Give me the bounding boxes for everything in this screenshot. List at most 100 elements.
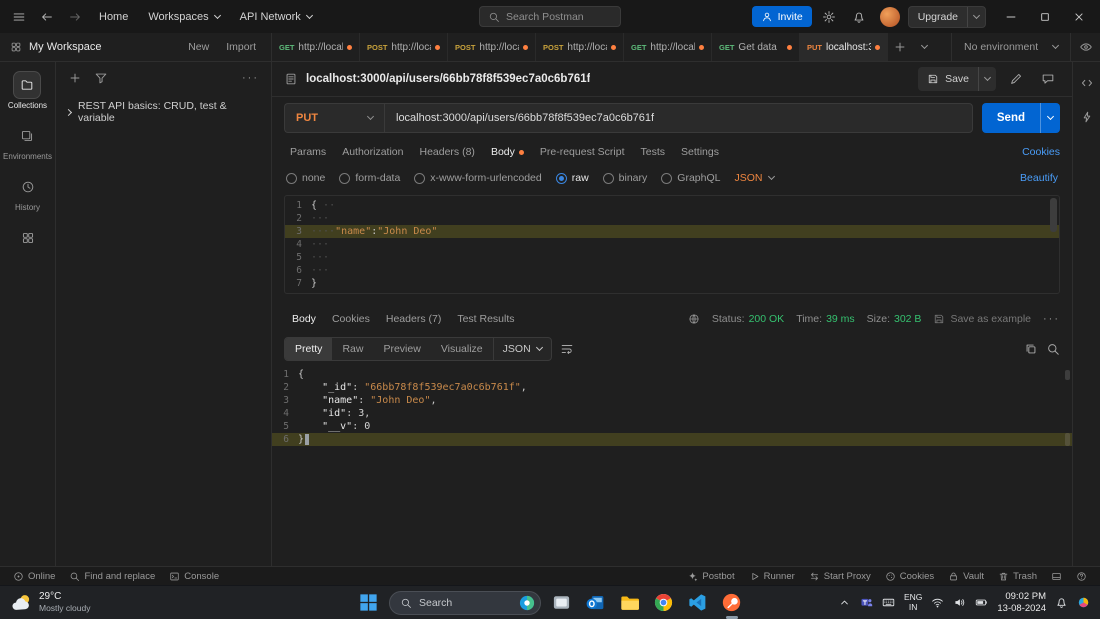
start-button[interactable]	[355, 589, 382, 616]
tab-options-button[interactable]	[912, 33, 936, 61]
response-more-icon[interactable]: ···	[1043, 313, 1060, 325]
statusbar-find-and-replace[interactable]: Find and replace	[62, 571, 162, 582]
minimize-button[interactable]	[996, 0, 1026, 33]
code-snippet-icon[interactable]	[1080, 76, 1094, 90]
sidebar-more-icon[interactable]: ···	[242, 72, 259, 84]
close-button[interactable]	[1064, 0, 1094, 33]
rail-item-history[interactable]: History	[15, 174, 41, 212]
explorer-icon[interactable]	[616, 589, 643, 616]
save-as-example-button[interactable]: Save as example	[933, 313, 1031, 325]
environment-selector[interactable]: No environment	[952, 33, 1070, 61]
user-avatar[interactable]	[879, 6, 900, 27]
edit-pencil-icon[interactable]	[1004, 67, 1028, 91]
statusbar-cookies[interactable]: Cookies	[878, 571, 941, 582]
search-postman-input[interactable]: Search Postman	[479, 6, 621, 27]
tray-app-icon[interactable]	[1077, 596, 1090, 609]
postman-icon[interactable]	[718, 589, 745, 616]
forward-icon[interactable]	[62, 4, 88, 30]
tray-expand-icon[interactable]	[838, 596, 851, 609]
view-tab-visualize[interactable]: Visualize	[431, 338, 493, 360]
nav-home[interactable]: Home	[90, 7, 137, 27]
request-section-tab[interactable]: Tests	[633, 142, 674, 162]
view-tab-preview[interactable]: Preview	[373, 338, 430, 360]
statusbar-online[interactable]: Online	[6, 571, 62, 582]
open-new-tab-button[interactable]	[888, 33, 912, 61]
upgrade-caret-icon[interactable]	[967, 6, 985, 27]
statusbar-vault[interactable]: Vault	[941, 571, 991, 582]
taskbar-search[interactable]: Search	[389, 590, 541, 615]
request-tab[interactable]: PUT localhost:300	[800, 33, 888, 61]
menu-icon[interactable]	[6, 4, 32, 30]
send-options-button[interactable]	[1040, 103, 1060, 133]
search-response-icon[interactable]	[1046, 342, 1060, 356]
response-section-tab[interactable]: Body	[284, 309, 324, 329]
request-section-tab[interactable]: Settings	[673, 142, 727, 162]
body-type-form-data[interactable]: form-data	[339, 172, 400, 184]
statusbar-trash[interactable]: Trash	[991, 571, 1044, 582]
back-icon[interactable]	[34, 4, 60, 30]
weather-widget[interactable]: 29°C Mostly cloudy	[0, 591, 101, 613]
body-type-x-www-form-urlencoded[interactable]: x-www-form-urlencoded	[414, 172, 542, 184]
wifi-icon[interactable]	[931, 596, 944, 609]
statusbar-panel[interactable]	[1044, 571, 1069, 582]
url-input[interactable]: localhost:3000/api/users/66bb78f8f539ec7…	[384, 103, 973, 133]
request-tab[interactable]: GET Get data	[712, 33, 800, 61]
teams-icon[interactable]	[860, 596, 873, 609]
nav-api-network[interactable]: API Network	[231, 7, 321, 27]
workspace-title[interactable]: My Workspace	[29, 41, 102, 53]
request-tab[interactable]: POSThttp://localh	[448, 33, 536, 61]
chrome-icon[interactable]	[650, 589, 677, 616]
outlook-icon[interactable]	[582, 589, 609, 616]
rail-item-flows[interactable]	[15, 225, 41, 251]
request-section-tab[interactable]: Params	[282, 142, 334, 162]
request-section-tab[interactable]: Pre-request Script	[532, 142, 633, 162]
system-clock[interactable]: 09:02 PM 13-08-2024	[997, 591, 1046, 615]
statusbar-console[interactable]: Console	[162, 571, 226, 582]
save-options-button[interactable]	[978, 67, 996, 91]
collection-tree-item[interactable]: REST API basics: CRUD, test & variable	[56, 94, 271, 130]
wrap-text-icon[interactable]	[560, 342, 574, 356]
body-type-raw[interactable]: raw	[555, 172, 589, 184]
response-scrollbar[interactable]	[1065, 370, 1070, 380]
request-tab[interactable]: GEThttp://localho	[272, 33, 360, 61]
statusbar-start-proxy[interactable]: Start Proxy	[802, 571, 878, 582]
save-button[interactable]: Save	[918, 67, 996, 91]
editor-scrollbar[interactable]	[1050, 198, 1057, 232]
view-tab-raw[interactable]: Raw	[332, 338, 373, 360]
statusbar-help[interactable]	[1069, 571, 1094, 582]
nav-workspaces[interactable]: Workspaces	[139, 7, 228, 27]
response-section-tab[interactable]: Headers (7)	[378, 309, 449, 329]
request-tab[interactable]: GEThttp://localho	[624, 33, 712, 61]
language-indicator[interactable]: ENG IN	[904, 592, 922, 613]
request-section-tab[interactable]: Body	[483, 142, 532, 162]
response-body-editor[interactable]: 1{2 "_id": "66bb78f8f539ec7a0c6b761f", 3 …	[272, 364, 1072, 566]
copy-response-icon[interactable]	[1024, 342, 1038, 356]
rail-item-environments[interactable]: Environments	[3, 123, 52, 161]
response-section-tab[interactable]: Test Results	[449, 309, 522, 329]
invite-button[interactable]: Invite	[751, 6, 812, 27]
beautify-link[interactable]: Beautify	[1020, 172, 1058, 184]
notifications-bell-icon[interactable]	[846, 4, 872, 30]
request-body-editor[interactable]: 1{ ·· 2 ··· 3 ····"name":"John Deo" 4 ··· 5 ··· 6…	[284, 195, 1060, 294]
sidebar-add-button[interactable]	[68, 71, 82, 85]
body-language-selector[interactable]: JSON	[734, 172, 775, 184]
method-selector[interactable]: PUT	[284, 103, 384, 133]
statusbar-postbot[interactable]: Postbot	[680, 571, 741, 582]
body-type-none[interactable]: none	[286, 172, 325, 184]
new-button[interactable]: New	[183, 41, 214, 53]
sidebar-filter-icon[interactable]	[94, 71, 108, 85]
bolt-icon[interactable]	[1080, 110, 1094, 124]
response-format-selector[interactable]: JSON	[492, 338, 551, 360]
environment-quick-look-icon[interactable]	[1070, 33, 1100, 61]
rail-item-collections[interactable]: Collections	[8, 72, 47, 110]
response-section-tab[interactable]: Cookies	[324, 309, 378, 329]
import-button[interactable]: Import	[221, 41, 261, 53]
cookies-link[interactable]: Cookies	[1022, 146, 1064, 158]
battery-icon[interactable]	[975, 596, 988, 609]
request-tab[interactable]: POSThttp://localh	[360, 33, 448, 61]
statusbar-runner[interactable]: Runner	[742, 571, 802, 582]
vscode-icon[interactable]	[684, 589, 711, 616]
send-button[interactable]: Send	[981, 103, 1060, 133]
tray-bell-icon[interactable]	[1055, 596, 1068, 609]
network-info-icon[interactable]	[688, 313, 700, 325]
